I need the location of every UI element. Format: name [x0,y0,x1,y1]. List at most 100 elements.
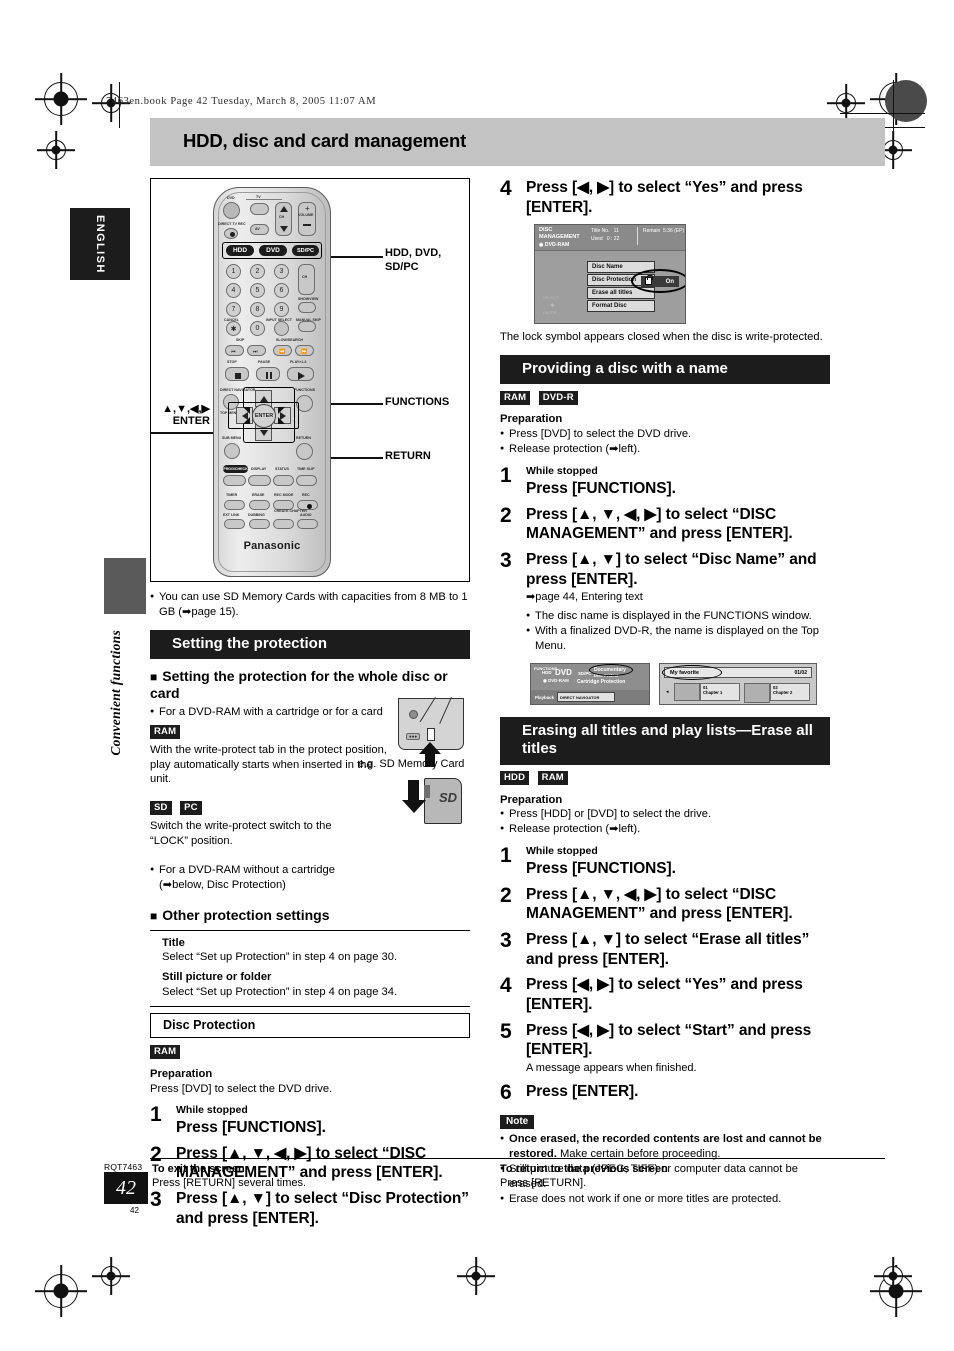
bullet-no-cartridge: For a DVD-RAM without a cartridge (➡belo… [150,863,365,893]
top-menu-mock: My favorite 01/02 ◂ 01 Chapter 1 02 Chap… [659,663,817,706]
screen-title-line2: MANAGEMENT [539,234,580,241]
title-no-label: Title No. [591,228,610,235]
pad-select-label: SELECT [543,295,559,301]
number-button-1[interactable]: 1 [226,264,241,279]
registration-mark-inner-bottom-left [101,1266,121,1286]
ext-link-button[interactable] [224,519,245,529]
time-slip-button[interactable] [296,475,317,486]
used-value: 0 : 22 [606,235,620,242]
top-menu-chapter-1[interactable]: 01 Chapter 1 [700,683,740,702]
number-button-6[interactable]: 6 [274,283,289,298]
number-button-5[interactable]: 5 [250,283,265,298]
chapter-2-label: Chapter 2 [773,690,793,696]
top-menu-chapter-2[interactable]: 02 Chapter 2 [770,683,810,702]
page-number: 42 [116,1176,136,1199]
registration-mark-inner-top-right [836,93,856,113]
number-button-3[interactable]: 3 [274,264,289,279]
pause-button[interactable] [256,367,280,381]
ram-protect-text: With the write-protect tab in the protec… [150,743,387,786]
disc-management-screen: DISC MANAGEMENT ◉ DVD-RAM Title No. 11 U… [534,224,686,325]
status-label: STATUS [275,467,289,471]
top-menu-thumb-1[interactable] [674,683,700,702]
menu-item-format-disc[interactable]: Format Disc [587,300,655,312]
number-button-blank[interactable] [274,321,289,336]
number-button-7[interactable]: 7 [226,302,241,317]
chapter-2-no: 02 [773,685,778,691]
number-button-2[interactable]: 2 [250,264,265,279]
subhead-whole-disc: ■ Setting the protection for the whole di… [150,668,470,702]
number-button-9[interactable]: 9 [274,302,289,317]
leader-line-functions [329,403,383,405]
sd-lock-switch [424,785,430,798]
source-button-hdd[interactable]: HDD [226,245,254,256]
manual-skip-button[interactable] [298,321,316,332]
slow-back-button[interactable]: ⏪ [273,345,292,356]
stop-label: STOP [227,360,237,364]
remain-label: Remain [643,228,661,235]
play-button[interactable] [287,367,314,381]
audio-button[interactable] [297,519,318,529]
dpad-corner-mark [243,417,250,424]
step-body: While stopped Press [FUNCTIONS]. [176,1104,470,1137]
number-button-8[interactable]: 8 [250,302,265,317]
ch-up-icon [280,206,288,212]
erase-button[interactable] [249,500,270,510]
volume-down-icon [303,224,311,226]
source-button-dvd[interactable]: DVD [259,245,287,256]
timer-button[interactable] [224,500,245,510]
language-tab: ENGLISH [70,208,130,280]
sub-menu-button[interactable] [224,443,240,459]
return-button[interactable] [296,443,313,460]
step-number: 3 [500,929,512,953]
naming-step-2: 2 Press [▲, ▼, ◀, ▶] to select “DISC MAN… [500,504,830,544]
top-menu-highlight-ellipse [662,665,722,681]
av-label: AV [255,227,260,231]
remote-control: DVD DIRECT TV REC TV AV CH VOLUME + HDD … [213,187,331,577]
source-button-sdpc[interactable]: SD/PC [292,245,319,256]
page-number-small: 42 [130,1206,139,1215]
screen-remain: Remain 5:36 (EP) [643,228,684,236]
display-button[interactable] [248,475,271,486]
mock-screens-row: FUNCTIONS HDD DVD SD/PC ◉ DVD-RAM Docume… [530,663,830,706]
search-forward-button[interactable]: ⏩ [295,345,314,356]
step-note: A message appears when finished. [526,1062,697,1075]
pause-icon-bar2 [270,372,272,379]
stop-button[interactable] [225,367,249,381]
skip-forward-button[interactable]: ⏭ [247,345,266,356]
power-button[interactable] [223,202,240,219]
sd-capacity-note: You can use SD Memory Cards with capacit… [150,590,470,620]
functions-mock-direct-navigator[interactable]: DIRECT NAVIGATOR [557,692,615,703]
screen-info: Title No. 11 Used 0 : 22 Remain 5:36 (EP… [591,227,684,246]
registration-mark-inner-left [46,140,66,160]
screen-title-line1: DISC [539,227,553,234]
subhead-whole-disc-label: Setting the protection for the whole dis… [150,668,448,702]
status-button[interactable] [273,475,294,486]
rec-dot-icon [229,232,235,237]
top-menu-thumb-2[interactable] [744,683,770,704]
erase-step-5: 5 Press [◀, ▶] to select “Start” and pre… [500,1021,830,1076]
title-no-value: 11 [613,228,619,235]
footer-return-text: Press [RETURN]. [500,1177,587,1190]
play-icon [298,372,305,380]
prog-check-button[interactable] [223,475,246,486]
channel-rocker-2[interactable] [298,264,315,295]
number-button-asterisk[interactable]: ✱ [226,321,241,336]
sd-card-illustration: SD [424,778,462,824]
functions-label: FUNCTIONS [294,388,315,392]
prep-bullet-1: Press [DVD] to select the DVD drive. [500,427,830,442]
showview-button[interactable] [298,302,316,313]
number-button-4[interactable]: 4 [226,283,241,298]
square-bullet-icon: ■ [150,670,158,685]
step-body: While stopped Press [FUNCTIONS]. [526,465,830,498]
cartridge-tab-label: ●●● [406,733,421,740]
create-chapter-button[interactable] [273,519,294,529]
badge-dvd-r: DVD-R [538,391,578,406]
skip-back-button[interactable]: ⏮ [225,345,244,356]
tv-power-button[interactable] [250,203,269,215]
subhead-other-protection: ■ Other protection settings [150,907,470,924]
leader-line-dpad [151,432,213,434]
direct-tv-rec-button[interactable] [224,228,238,239]
dubbing-button[interactable] [249,519,270,529]
page-title: HDD, disc and card management [183,130,467,151]
number-button-0[interactable]: 0 [250,321,265,336]
